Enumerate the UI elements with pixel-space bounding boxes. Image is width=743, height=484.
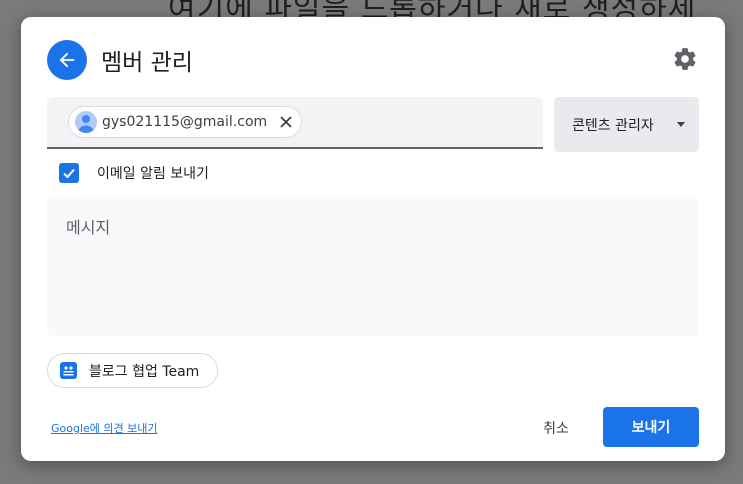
avatar: [75, 111, 97, 133]
remove-recipient-button[interactable]: [277, 113, 295, 131]
manage-members-dialog: 멤버 관리 gys021115@gmail.com 콘텐츠 관리자 이메일 알림…: [21, 17, 725, 461]
role-dropdown[interactable]: 콘텐츠 관리자: [554, 97, 699, 152]
group-chip[interactable]: 블로그 협업 Team: [47, 353, 219, 388]
notify-checkbox[interactable]: [59, 163, 79, 183]
message-textarea[interactable]: 메시지: [47, 196, 699, 336]
recipients-field[interactable]: gys021115@gmail.com: [47, 97, 543, 149]
settings-button[interactable]: [671, 45, 699, 73]
group-icon: [60, 362, 77, 379]
notify-label: 이메일 알림 보내기: [97, 166, 209, 182]
caret-down-icon: [677, 122, 685, 127]
person-icon: [78, 115, 94, 133]
recipient-chip: gys021115@gmail.com: [68, 106, 303, 138]
arrow-left-icon: [59, 52, 75, 68]
back-button[interactable]: [47, 40, 87, 80]
close-icon: [280, 116, 292, 128]
send-feedback-link[interactable]: Google에 의견 보내기: [51, 420, 158, 436]
send-button[interactable]: 보내기: [603, 407, 699, 447]
people-icon: [63, 366, 74, 376]
group-label: 블로그 협업 Team: [89, 363, 200, 380]
check-icon: [63, 168, 75, 179]
gear-icon: [674, 48, 696, 70]
cancel-button[interactable]: 취소: [529, 409, 583, 447]
dialog-title: 멤버 관리: [101, 50, 193, 76]
recipient-email: gys021115@gmail.com: [102, 114, 268, 130]
role-selected-value: 콘텐츠 관리자: [572, 117, 654, 134]
notify-option: 이메일 알림 보내기: [59, 162, 209, 184]
message-placeholder: 메시지: [66, 218, 111, 237]
